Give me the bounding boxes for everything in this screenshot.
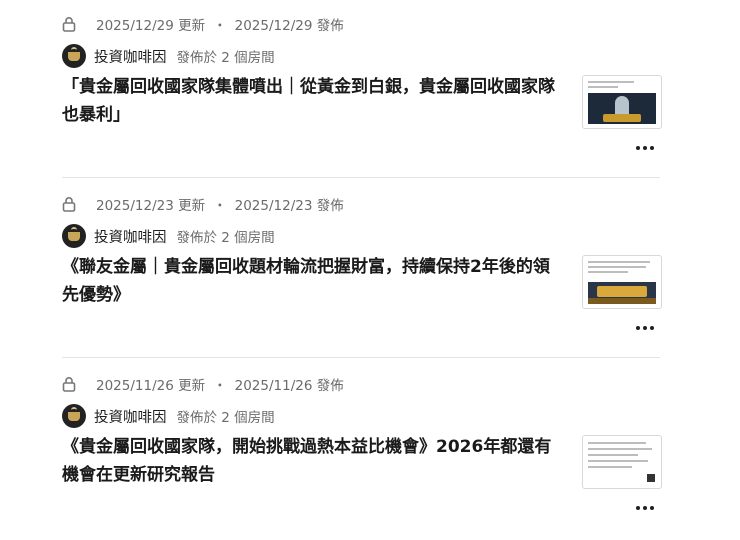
- author-row: 投資咖啡因 發佈於 2 個房間: [62, 223, 275, 249]
- post-thumbnail[interactable]: [582, 255, 662, 309]
- post-meta: 2025/12/23 更新 ・ 2025/12/23 發佈: [62, 193, 344, 215]
- divider: [62, 177, 660, 178]
- post-title[interactable]: 《貴金屬回收國家隊，開始挑戰過熱本益比機會》2026年都還有機會在更新研究報告: [62, 433, 562, 489]
- published-date: 2025/12/29 發佈: [234, 18, 344, 34]
- post-card: 2025/12/23 更新 ・ 2025/12/23 發佈 投資咖啡因 發佈於 …: [62, 180, 662, 360]
- lock-icon: [62, 13, 88, 35]
- post-thumbnail[interactable]: [582, 435, 662, 489]
- published-date: 2025/11/26 發佈: [234, 378, 344, 394]
- posted-in-rooms[interactable]: 發佈於 2 個房間: [177, 226, 275, 246]
- post-meta: 2025/12/29 更新 ・ 2025/12/29 發佈: [62, 13, 344, 35]
- avatar[interactable]: [62, 44, 86, 68]
- post-thumbnail[interactable]: [582, 75, 662, 129]
- post-meta: 2025/11/26 更新 ・ 2025/11/26 發佈: [62, 373, 344, 395]
- lock-icon: [62, 373, 88, 395]
- updated-date: 2025/12/23 更新: [96, 198, 206, 214]
- post-card: 2025/11/26 更新 ・ 2025/11/26 發佈 投資咖啡因 發佈於 …: [62, 360, 662, 540]
- posted-in-rooms[interactable]: 發佈於 2 個房間: [177, 406, 275, 426]
- updated-date: 2025/11/26 更新: [96, 378, 206, 394]
- author-name[interactable]: 投資咖啡因: [94, 226, 167, 247]
- meta-separator: ・: [213, 378, 227, 394]
- more-options-icon[interactable]: [630, 500, 660, 516]
- post-card: 2025/12/29 更新 ・ 2025/12/29 發佈 投資咖啡因 發佈於 …: [62, 0, 662, 180]
- posted-in-rooms[interactable]: 發佈於 2 個房間: [177, 46, 275, 66]
- meta-separator: ・: [213, 18, 227, 34]
- post-title[interactable]: 《聯友金屬｜貴金屬回收題材輪流把握財富，持續保持2年後的領先優勢》: [62, 253, 562, 309]
- avatar[interactable]: [62, 224, 86, 248]
- lock-icon: [62, 193, 88, 215]
- author-name[interactable]: 投資咖啡因: [94, 406, 167, 427]
- author-row: 投資咖啡因 發佈於 2 個房間: [62, 403, 275, 429]
- more-options-icon[interactable]: [630, 320, 660, 336]
- meta-separator: ・: [213, 198, 227, 214]
- divider: [62, 357, 660, 358]
- more-options-icon[interactable]: [630, 140, 660, 156]
- published-date: 2025/12/23 發佈: [234, 198, 344, 214]
- author-name[interactable]: 投資咖啡因: [94, 46, 167, 67]
- avatar[interactable]: [62, 404, 86, 428]
- updated-date: 2025/12/29 更新: [96, 18, 206, 34]
- post-title[interactable]: 「貴金屬回收國家隊集體噴出｜從黃金到白銀，貴金屬回收國家隊也暴利」: [62, 73, 562, 129]
- author-row: 投資咖啡因 發佈於 2 個房間: [62, 43, 275, 69]
